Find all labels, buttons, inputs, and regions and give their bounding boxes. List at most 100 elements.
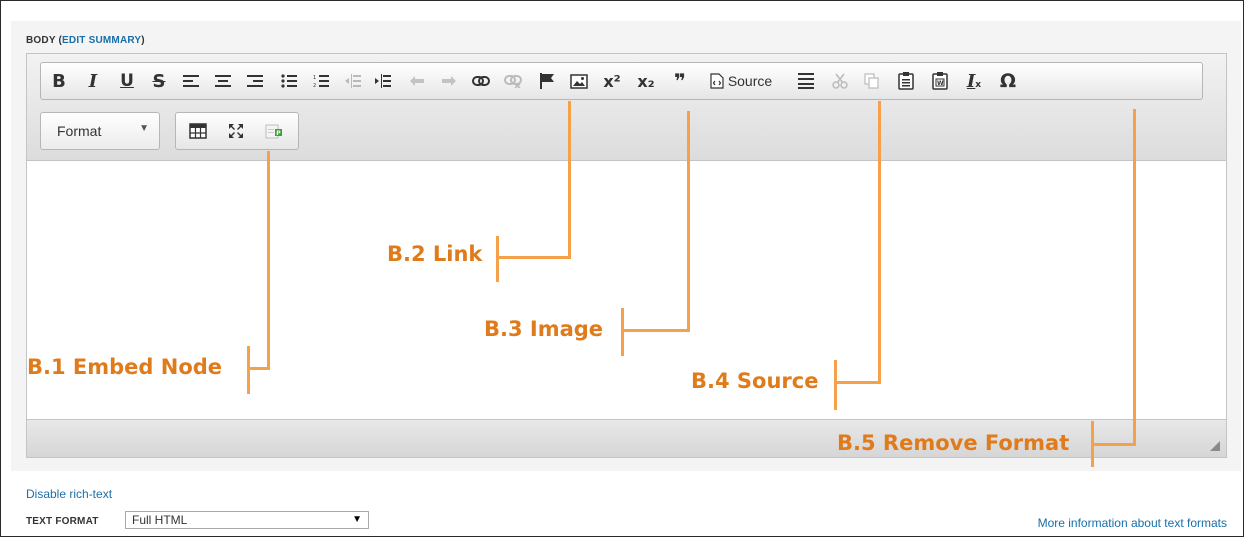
- svg-text:W: W: [937, 80, 944, 87]
- link-button[interactable]: [469, 63, 493, 99]
- chevron-down-icon: ▼: [352, 514, 362, 525]
- copy-icon: [864, 73, 879, 89]
- svg-text:2: 2: [313, 83, 316, 88]
- redo-button[interactable]: [437, 63, 461, 99]
- subscript-icon: x₂: [637, 71, 655, 91]
- table-icon: [189, 123, 207, 139]
- rich-text-editor: B I U S 1 2 x² x₂ ❞ Source W Ix Ω Format…: [26, 53, 1227, 458]
- strikethrough-button[interactable]: S: [147, 63, 171, 99]
- body-label-text: BODY: [26, 35, 56, 46]
- annot-b4-label: B.4 Source: [691, 369, 819, 393]
- superscript-icon: x²: [603, 71, 621, 91]
- annot-b1-bracket: [247, 346, 250, 394]
- text-format-label: TEXT FORMAT: [26, 516, 99, 527]
- numbered-list-button[interactable]: 12: [309, 63, 333, 99]
- indent-button[interactable]: [371, 63, 395, 99]
- link-icon: [472, 76, 490, 86]
- annot-b5-bracket: [1091, 421, 1094, 467]
- resize-handle-icon[interactable]: [1210, 441, 1220, 451]
- align-right-button[interactable]: [243, 63, 267, 99]
- outdent-icon: [345, 74, 361, 88]
- undo-button[interactable]: [405, 63, 429, 99]
- annot-b3-label: B.3 Image: [484, 317, 604, 341]
- copy-button[interactable]: [859, 63, 885, 99]
- embed-node-icon: P: [265, 124, 282, 139]
- unlink-icon: [504, 75, 522, 88]
- paste-word-button[interactable]: W: [927, 63, 953, 99]
- blockquote-button[interactable]: ❞: [667, 63, 693, 99]
- annot-b4-bracket: [834, 360, 837, 410]
- underline-button[interactable]: U: [115, 63, 139, 99]
- annot-b5-vline: [1133, 109, 1136, 446]
- embed-node-button[interactable]: P: [260, 113, 288, 149]
- flag-icon: [540, 73, 554, 89]
- annot-b2-hline: [498, 256, 571, 259]
- annot-b4-hline: [836, 381, 881, 384]
- edit-summary-link[interactable]: EDIT SUMMARY: [62, 35, 141, 46]
- maximize-button[interactable]: [222, 113, 250, 149]
- paste-text-button[interactable]: [893, 63, 919, 99]
- anchor-button[interactable]: [535, 63, 559, 99]
- table-button[interactable]: [184, 113, 212, 149]
- editor-toolbar: B I U S 1 2 x² x₂ ❞ Source W Ix Ω Format…: [27, 54, 1226, 161]
- source-button[interactable]: Source: [697, 63, 785, 99]
- annot-b5-hline: [1093, 443, 1136, 446]
- subscript-button[interactable]: x₂: [633, 63, 659, 99]
- outdent-button[interactable]: [341, 63, 365, 99]
- paste-word-icon: W: [932, 72, 948, 90]
- quote-icon: ❞: [674, 69, 686, 93]
- annot-b2-label: B.2 Link: [387, 242, 483, 266]
- align-left-button[interactable]: [179, 63, 203, 99]
- chevron-down-icon: ▼: [139, 123, 149, 134]
- svg-text:P: P: [276, 130, 281, 137]
- remove-format-icon: Ix: [967, 71, 981, 92]
- align-right-icon: [247, 75, 263, 87]
- bold-icon: B: [52, 70, 66, 92]
- indent-icon: [375, 74, 391, 88]
- bulleted-list-button[interactable]: [277, 63, 301, 99]
- annot-b3-bracket: [621, 308, 624, 356]
- underline-icon: U: [120, 71, 134, 91]
- italic-button[interactable]: I: [81, 63, 105, 99]
- annot-b1-label: B.1 Embed Node: [27, 355, 223, 379]
- more-info-text-formats-link[interactable]: More information about text formats: [1038, 516, 1227, 530]
- annot-b3-hline: [623, 329, 690, 332]
- format-label: Format: [57, 123, 102, 139]
- horizontal-rule-button[interactable]: [793, 63, 819, 99]
- bold-button[interactable]: B: [47, 63, 71, 99]
- special-character-button[interactable]: Ω: [995, 63, 1021, 99]
- horizontal-rule-icon: [798, 73, 814, 89]
- text-format-select[interactable]: Full HTML ▼: [125, 511, 369, 529]
- remove-format-button[interactable]: Ix: [961, 63, 987, 99]
- numbered-list-icon: 12: [313, 75, 329, 88]
- omega-icon: Ω: [999, 70, 1017, 92]
- cut-button[interactable]: [827, 63, 853, 99]
- annot-b3-vline: [687, 111, 690, 332]
- unlink-button[interactable]: [501, 63, 525, 99]
- source-icon: [710, 73, 724, 89]
- image-button[interactable]: [567, 63, 591, 99]
- body-field-label: BODY (EDIT SUMMARY): [26, 35, 145, 46]
- editor-content-area[interactable]: [27, 161, 1226, 421]
- source-label: Source: [727, 73, 773, 89]
- align-center-button[interactable]: [211, 63, 235, 99]
- remove-format-x: x: [975, 79, 982, 90]
- disable-rich-text-link[interactable]: Disable rich-text: [26, 487, 112, 501]
- annot-b2-bracket: [496, 236, 499, 282]
- image-icon: [570, 73, 588, 89]
- undo-icon: [410, 76, 424, 86]
- text-format-value: Full HTML: [132, 513, 188, 527]
- paste-text-icon: [898, 72, 914, 90]
- superscript-button[interactable]: x²: [599, 63, 625, 99]
- bulleted-list-icon: [281, 74, 297, 88]
- annot-b2-vline: [568, 101, 571, 259]
- maximize-icon: [229, 124, 243, 138]
- align-center-icon: [215, 75, 231, 87]
- format-dropdown[interactable]: Format ▼: [40, 112, 160, 150]
- annot-b4-vline: [878, 101, 881, 384]
- align-left-icon: [183, 75, 199, 87]
- strikethrough-icon: S: [152, 70, 166, 92]
- redo-icon: [442, 76, 456, 86]
- screenshot-frame: BODY (EDIT SUMMARY) B I U S 1 2 x² x₂ ❞ …: [0, 0, 1244, 537]
- annot-b1-hline: [248, 367, 270, 370]
